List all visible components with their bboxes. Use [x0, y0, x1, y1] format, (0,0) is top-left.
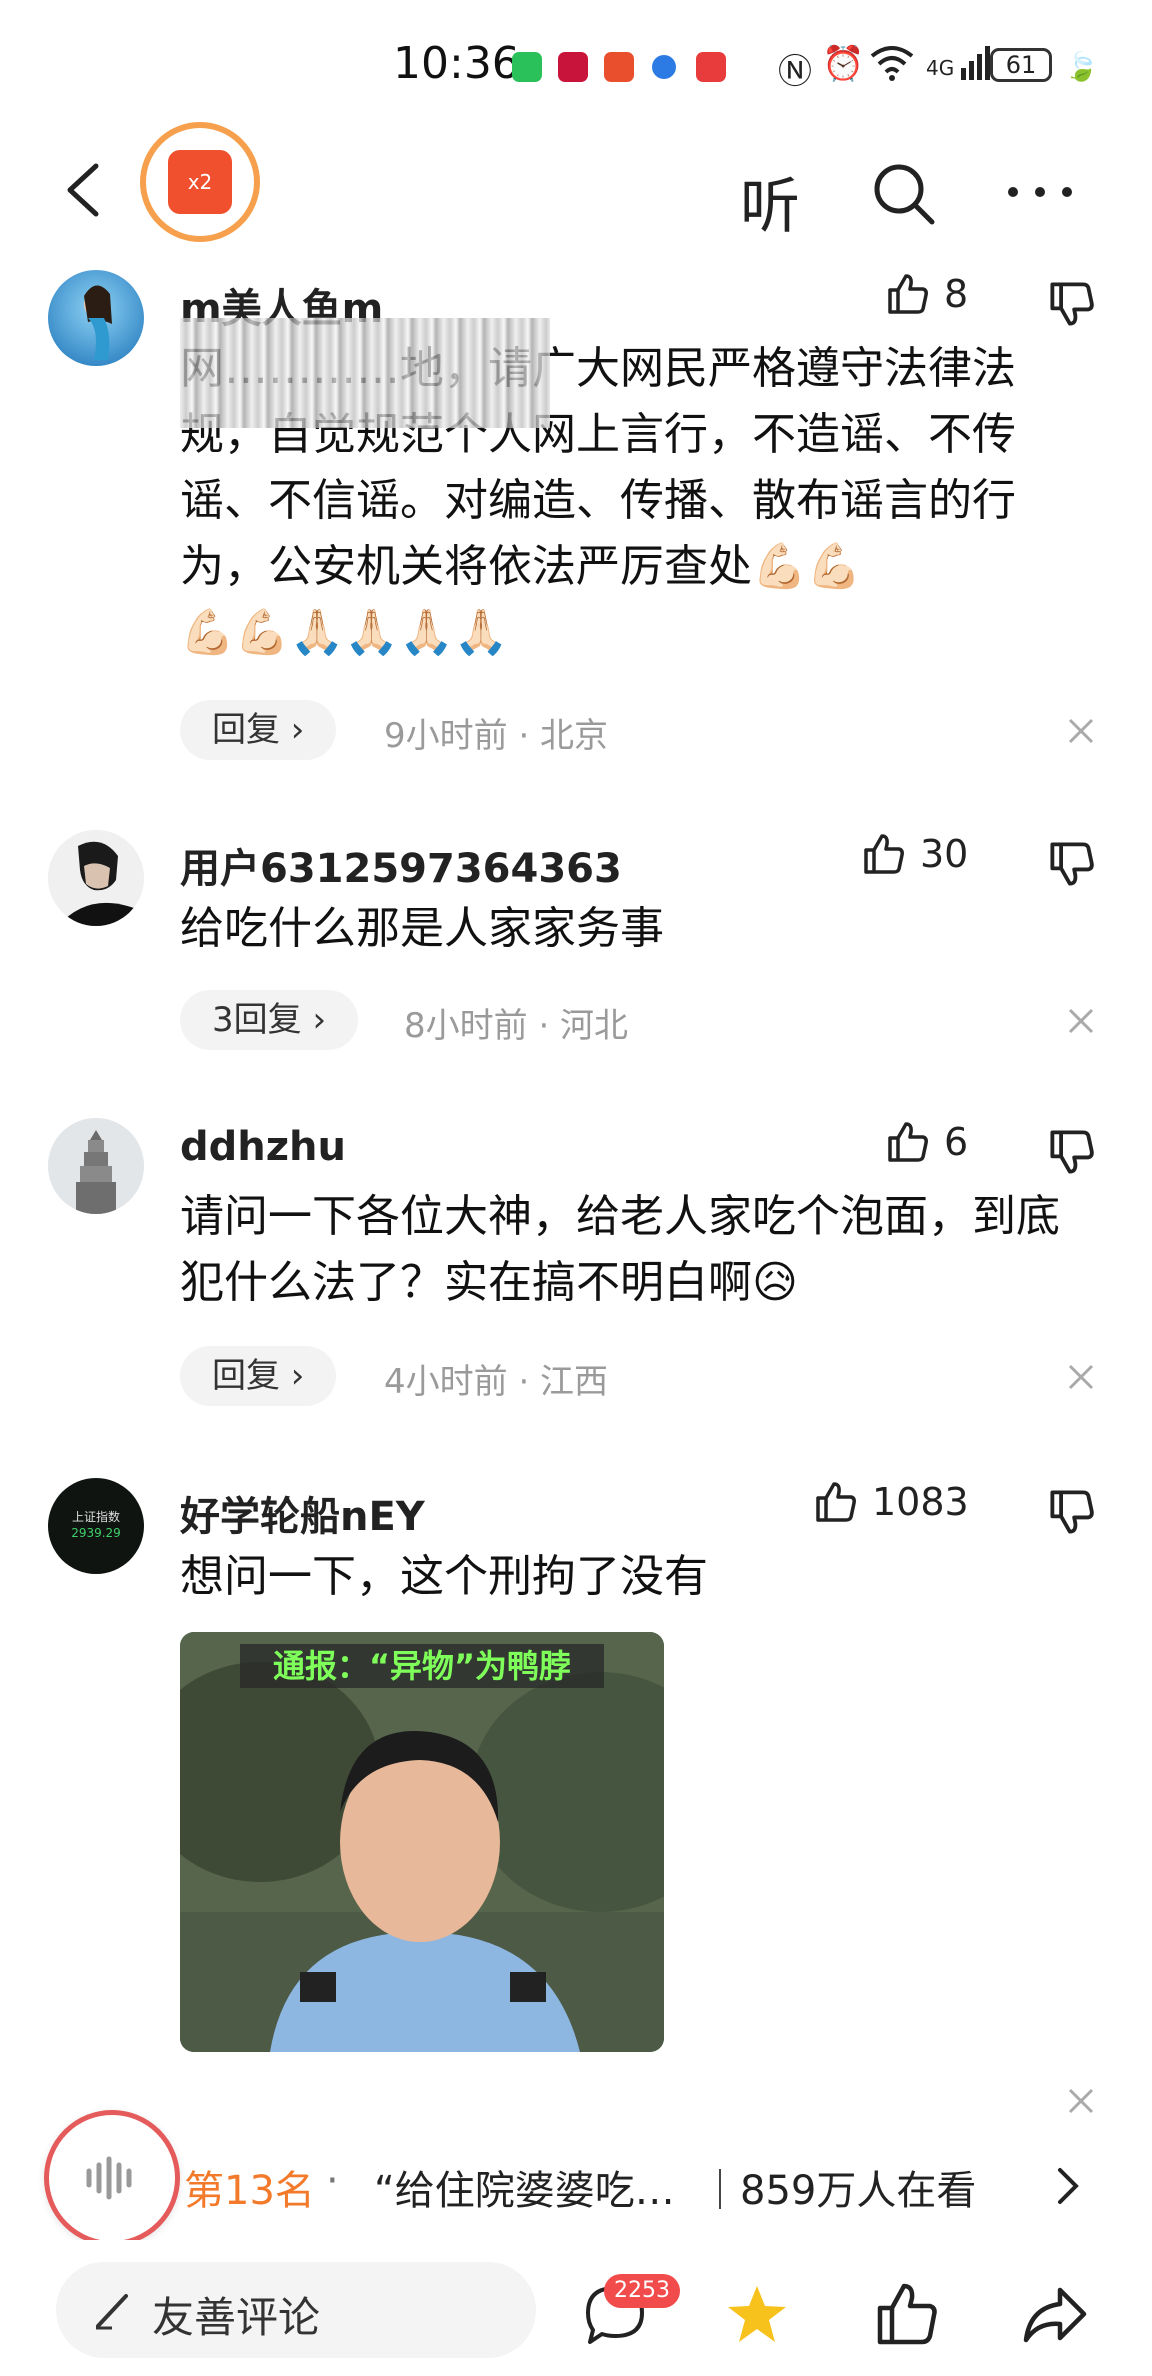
- close-icon[interactable]: [1066, 1362, 1096, 1392]
- thumbs-up-icon: [864, 834, 904, 874]
- bank-app-icon: [558, 52, 588, 82]
- thumbs-down-icon[interactable]: [1048, 1128, 1096, 1176]
- close-icon[interactable]: [1066, 2086, 1096, 2116]
- comment-text: 请问一下各位大神，给老人家吃个泡面，到底犯什么法了？实在搞不明白啊😥: [180, 1191, 1060, 1308]
- username[interactable]: ddhzhu: [180, 1124, 346, 1170]
- image-caption: 通报：“异物”为鸭脖: [240, 1644, 604, 1688]
- reply-button[interactable]: 3回复 ›: [180, 990, 359, 1050]
- close-icon[interactable]: [1066, 716, 1096, 746]
- comment-meta: 8小时前 · 河北: [404, 1006, 629, 1046]
- like-button[interactable]: 6: [886, 1120, 968, 1164]
- comment-emoji-line: 💪🏻💪🏻🙏🏻🙏🏻🙏🏻🙏🏻: [180, 607, 509, 658]
- taobao-icon: [604, 52, 634, 82]
- close-icon[interactable]: [1066, 1006, 1096, 1036]
- status-time: 10:36: [393, 38, 520, 89]
- avatar[interactable]: [48, 270, 144, 366]
- nfc-icon: Ⓝ: [778, 52, 812, 92]
- wechat-icon: [512, 52, 542, 82]
- like-button[interactable]: 8: [886, 272, 968, 316]
- blurred-region: [180, 318, 550, 428]
- alarm-icon: ⏰: [822, 44, 865, 84]
- reply-button[interactable]: 回复 ›: [180, 700, 337, 760]
- hot-rank[interactable]: 第13名: [184, 2158, 315, 2216]
- share-icon[interactable]: [1020, 2280, 1090, 2350]
- like-count: 6: [944, 1120, 969, 1164]
- like-count: 8: [944, 272, 969, 316]
- avatar[interactable]: [48, 830, 144, 926]
- avatar[interactable]: 上证指数 2939.29: [48, 1478, 144, 1574]
- pen-icon: [96, 2294, 128, 2330]
- thumbs-down-icon[interactable]: [1048, 840, 1096, 888]
- wifi-icon: [870, 44, 914, 91]
- sound-wave-icon: [86, 2156, 132, 2200]
- hot-title[interactable]: “给住院婆婆吃…: [374, 2158, 675, 2216]
- star-icon[interactable]: [722, 2280, 792, 2350]
- network-type: 4G: [926, 56, 955, 80]
- red-packet-icon: x2: [168, 150, 232, 214]
- avatar[interactable]: [48, 1118, 144, 1214]
- comment-meta: 4小时前 · 江西: [384, 1362, 609, 1402]
- hot-separator: ·: [326, 2158, 339, 2204]
- reply-button[interactable]: 回复 ›: [180, 1346, 337, 1406]
- like-count: 30: [920, 832, 969, 876]
- thumbs-down-icon[interactable]: [1048, 280, 1096, 328]
- username[interactable]: 好学轮船nEY: [180, 1484, 425, 1542]
- chevron-right-icon[interactable]: [1054, 2166, 1082, 2206]
- leaf-icon: 🍃: [1064, 50, 1099, 83]
- avatar-caption: 2939.29: [71, 1526, 121, 1540]
- listen-button[interactable]: 听: [740, 158, 800, 245]
- thumbs-up-icon: [888, 274, 928, 314]
- app-icon-blue: [652, 55, 676, 79]
- toutiao-icon: [696, 52, 726, 82]
- signal-icon: 4G: [926, 46, 991, 80]
- red-packet-button[interactable]: x2: [140, 122, 260, 242]
- thumbs-up-icon: [888, 1122, 928, 1162]
- comment-image[interactable]: 通报：“异物”为鸭脖: [180, 1632, 664, 2052]
- comment-text: 想问一下，这个刑拘了没有: [180, 1551, 708, 1602]
- search-icon[interactable]: [870, 160, 936, 226]
- back-icon[interactable]: [60, 162, 110, 218]
- comment-meta: 9小时前 · 北京: [384, 716, 609, 756]
- comment-count-badge: 2253: [604, 2274, 680, 2308]
- thumbs-up-icon: [816, 1482, 856, 1522]
- avatar-caption: 上证指数: [71, 1510, 120, 1524]
- thumbs-up-icon[interactable]: [872, 2280, 942, 2350]
- comment-text: 给吃什么那是人家家务事: [180, 903, 664, 954]
- hot-viewers: ｜859万人在看: [700, 2168, 977, 2214]
- like-count: 1083: [872, 1480, 969, 1524]
- username[interactable]: 用户6312597364363: [180, 836, 622, 894]
- thumbs-down-icon[interactable]: [1048, 1488, 1096, 1536]
- battery-indicator: 61: [990, 48, 1052, 82]
- like-button[interactable]: 30: [862, 832, 968, 876]
- voice-button[interactable]: [44, 2110, 180, 2246]
- photo-scene: [180, 1632, 664, 2052]
- comment-placeholder[interactable]: 友善评论: [152, 2284, 320, 2345]
- more-icon[interactable]: [1005, 182, 1075, 202]
- like-button[interactable]: 1083: [814, 1480, 969, 1524]
- status-bar: 10:36 Ⓝ ⏰ 4G 61 🍃: [0, 0, 1152, 130]
